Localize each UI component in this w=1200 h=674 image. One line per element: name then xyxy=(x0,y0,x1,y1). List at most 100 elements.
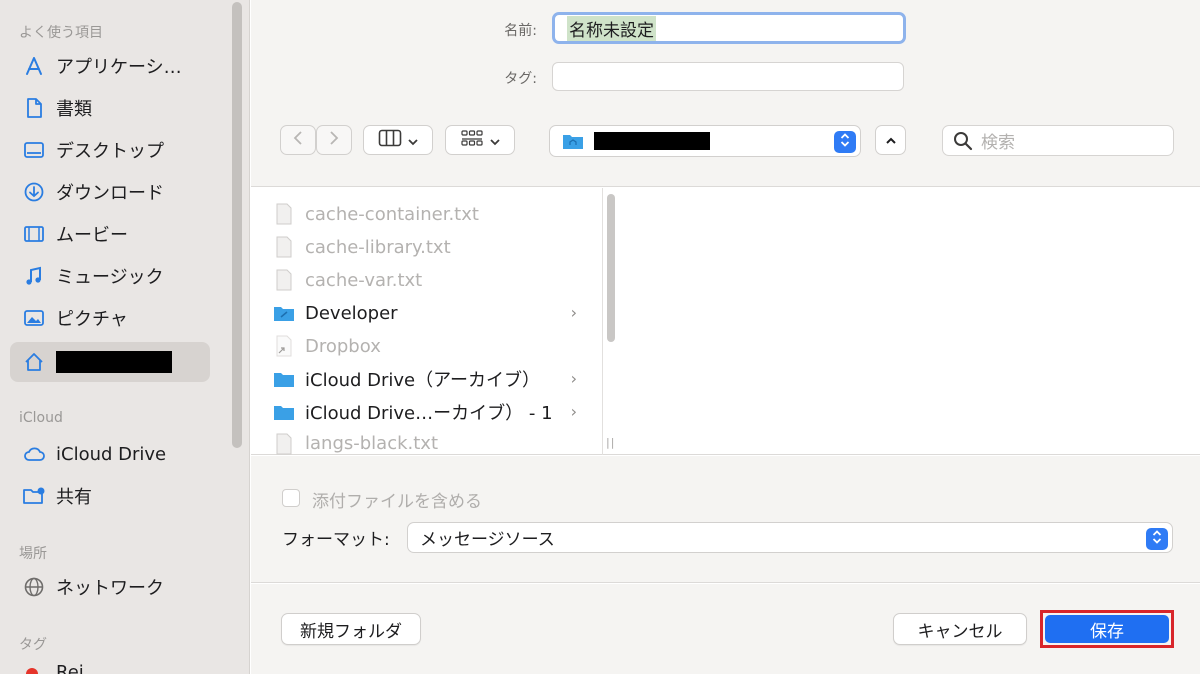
button-bar: 新規フォルダ キャンセル 保存 xyxy=(251,584,1200,674)
file-name: Developer xyxy=(305,302,398,324)
text-file-icon xyxy=(273,269,295,291)
film-icon xyxy=(22,222,46,246)
download-icon xyxy=(22,180,46,204)
cancel-button[interactable]: キャンセル xyxy=(893,613,1027,645)
main-panel: 名前: 名称未設定 タグ: 検索 cache-container.txt cac… xyxy=(251,0,1200,674)
sidebar-item-documents[interactable]: 書類 xyxy=(10,88,210,128)
save-highlight-box: 保存 xyxy=(1040,610,1174,648)
folder-icon xyxy=(273,368,295,390)
collapse-button[interactable] xyxy=(875,125,906,155)
search-placeholder: 検索 xyxy=(981,133,1015,153)
forward-button[interactable] xyxy=(316,125,352,155)
sidebar-item-label: ミュージック xyxy=(56,267,164,288)
columns-view-icon xyxy=(378,129,402,151)
list-item[interactable]: iCloud Drive…ーカイブ） - 1 › xyxy=(273,397,583,427)
file-name: cache-var.txt xyxy=(305,269,423,291)
chevron-left-icon xyxy=(292,130,304,150)
list-item[interactable]: cache-container.txt xyxy=(273,199,583,229)
music-icon xyxy=(22,264,46,288)
location-stepper[interactable] xyxy=(834,131,856,153)
document-icon xyxy=(22,96,46,120)
tag-label[interactable]: Rei xyxy=(56,662,84,674)
chevron-right-icon: › xyxy=(570,402,577,421)
up-down-chevron-icon xyxy=(839,132,851,152)
file-name: cache-container.txt xyxy=(305,203,479,225)
list-item[interactable]: Dropbox xyxy=(273,331,583,361)
format-label: フォーマット: xyxy=(282,530,390,550)
attach-label: 添付ファイルを含める xyxy=(312,492,482,512)
sidebar-item-label: ムービー xyxy=(56,225,128,246)
chevron-right-icon xyxy=(328,130,340,150)
header-area: 名前: 名称未設定 タグ: 検索 xyxy=(251,0,1200,187)
sidebar-section-favorites: よく使う項目 xyxy=(19,25,103,41)
attach-checkbox[interactable] xyxy=(282,489,300,507)
list-item[interactable]: langs-black.txt xyxy=(273,430,583,455)
globe-icon xyxy=(22,575,46,599)
sidebar-item-pictures[interactable]: ピクチャ xyxy=(10,298,210,338)
folder-icon xyxy=(273,401,295,423)
desktop-icon xyxy=(22,138,46,162)
file-name: Dropbox xyxy=(305,335,381,357)
applications-icon xyxy=(22,54,46,78)
name-field[interactable]: 名称未設定 xyxy=(552,12,906,44)
sidebar-scrollbar[interactable] xyxy=(232,2,242,448)
sidebar-item-label: ダウンロード xyxy=(56,183,164,204)
format-stepper[interactable] xyxy=(1146,528,1168,550)
save-dialog: よく使う項目 アプリケーシ… 書類 デスクトップ ダウンロード ムービー ミュー… xyxy=(0,0,1200,674)
new-folder-button[interactable]: 新規フォルダ xyxy=(281,613,421,645)
name-value: 名称未設定 xyxy=(567,15,656,41)
sidebar-item-label: アプリケーシ… xyxy=(56,57,182,78)
sidebar-item-label: ピクチャ xyxy=(56,309,128,330)
options-area: 添付ファイルを含める フォーマット: メッセージソース xyxy=(251,456,1200,583)
tag-field[interactable] xyxy=(552,62,904,91)
sidebar-item-downloads[interactable]: ダウンロード xyxy=(10,172,210,212)
sidebar-section-tags: タグ xyxy=(19,637,47,653)
sidebar-item-movies[interactable]: ムービー xyxy=(10,214,210,254)
back-button[interactable] xyxy=(280,125,316,155)
chevron-up-icon xyxy=(885,131,897,150)
sidebar-item-applications[interactable]: アプリケーシ… xyxy=(10,46,210,86)
text-file-icon xyxy=(273,236,295,258)
file-list-scrollbar[interactable] xyxy=(607,194,615,342)
sidebar-item-home[interactable] xyxy=(10,342,210,382)
tag-label: タグ: xyxy=(504,71,537,87)
column-resize-handle[interactable]: || xyxy=(606,436,615,449)
list-item[interactable]: Developer › xyxy=(273,298,583,328)
sidebar-item-network[interactable]: ネットワーク xyxy=(10,567,210,607)
sidebar-item-music[interactable]: ミュージック xyxy=(10,256,210,296)
text-file-icon xyxy=(273,433,295,455)
file-name: langs-black.txt xyxy=(305,433,439,454)
sidebar-item-label: 書類 xyxy=(56,99,92,120)
tag-red-dot[interactable] xyxy=(26,668,38,674)
location-popup[interactable] xyxy=(549,125,861,157)
sidebar-item-label: 共有 xyxy=(56,487,92,508)
sidebar-item-icloud-drive[interactable]: iCloud Drive xyxy=(10,434,210,474)
grid-icon xyxy=(460,129,484,151)
save-button[interactable]: 保存 xyxy=(1045,615,1169,643)
redacted-location xyxy=(594,132,710,150)
list-item[interactable]: iCloud Drive（アーカイブ） › xyxy=(273,364,583,394)
chevron-down-icon xyxy=(490,131,500,150)
home-icon xyxy=(22,350,46,374)
file-name: cache-library.txt xyxy=(305,236,451,258)
search-icon xyxy=(953,131,973,151)
sidebar-section-locations: 場所 xyxy=(19,546,47,562)
list-item[interactable]: cache-library.txt xyxy=(273,232,583,262)
search-field[interactable]: 検索 xyxy=(942,125,1174,156)
sidebar-item-desktop[interactable]: デスクトップ xyxy=(10,130,210,170)
group-button[interactable] xyxy=(445,125,515,155)
sidebar-item-label: iCloud Drive xyxy=(56,443,167,465)
chevron-right-icon: › xyxy=(570,303,577,322)
list-item[interactable]: cache-var.txt xyxy=(273,265,583,295)
name-label: 名前: xyxy=(504,23,537,39)
developer-folder-icon xyxy=(273,302,295,324)
sidebar: よく使う項目 アプリケーシ… 書類 デスクトップ ダウンロード ムービー ミュー… xyxy=(0,0,250,674)
view-mode-button[interactable] xyxy=(363,125,433,155)
format-popup[interactable]: メッセージソース xyxy=(407,522,1173,553)
sidebar-item-label: デスクトップ xyxy=(56,141,164,162)
sidebar-item-label: ネットワーク xyxy=(56,578,164,599)
file-name: iCloud Drive（アーカイブ） xyxy=(305,370,541,391)
file-name: iCloud Drive…ーカイブ） - 1 xyxy=(305,403,553,424)
text-file-icon xyxy=(273,203,295,225)
sidebar-item-shared[interactable]: 共有 xyxy=(10,476,210,516)
